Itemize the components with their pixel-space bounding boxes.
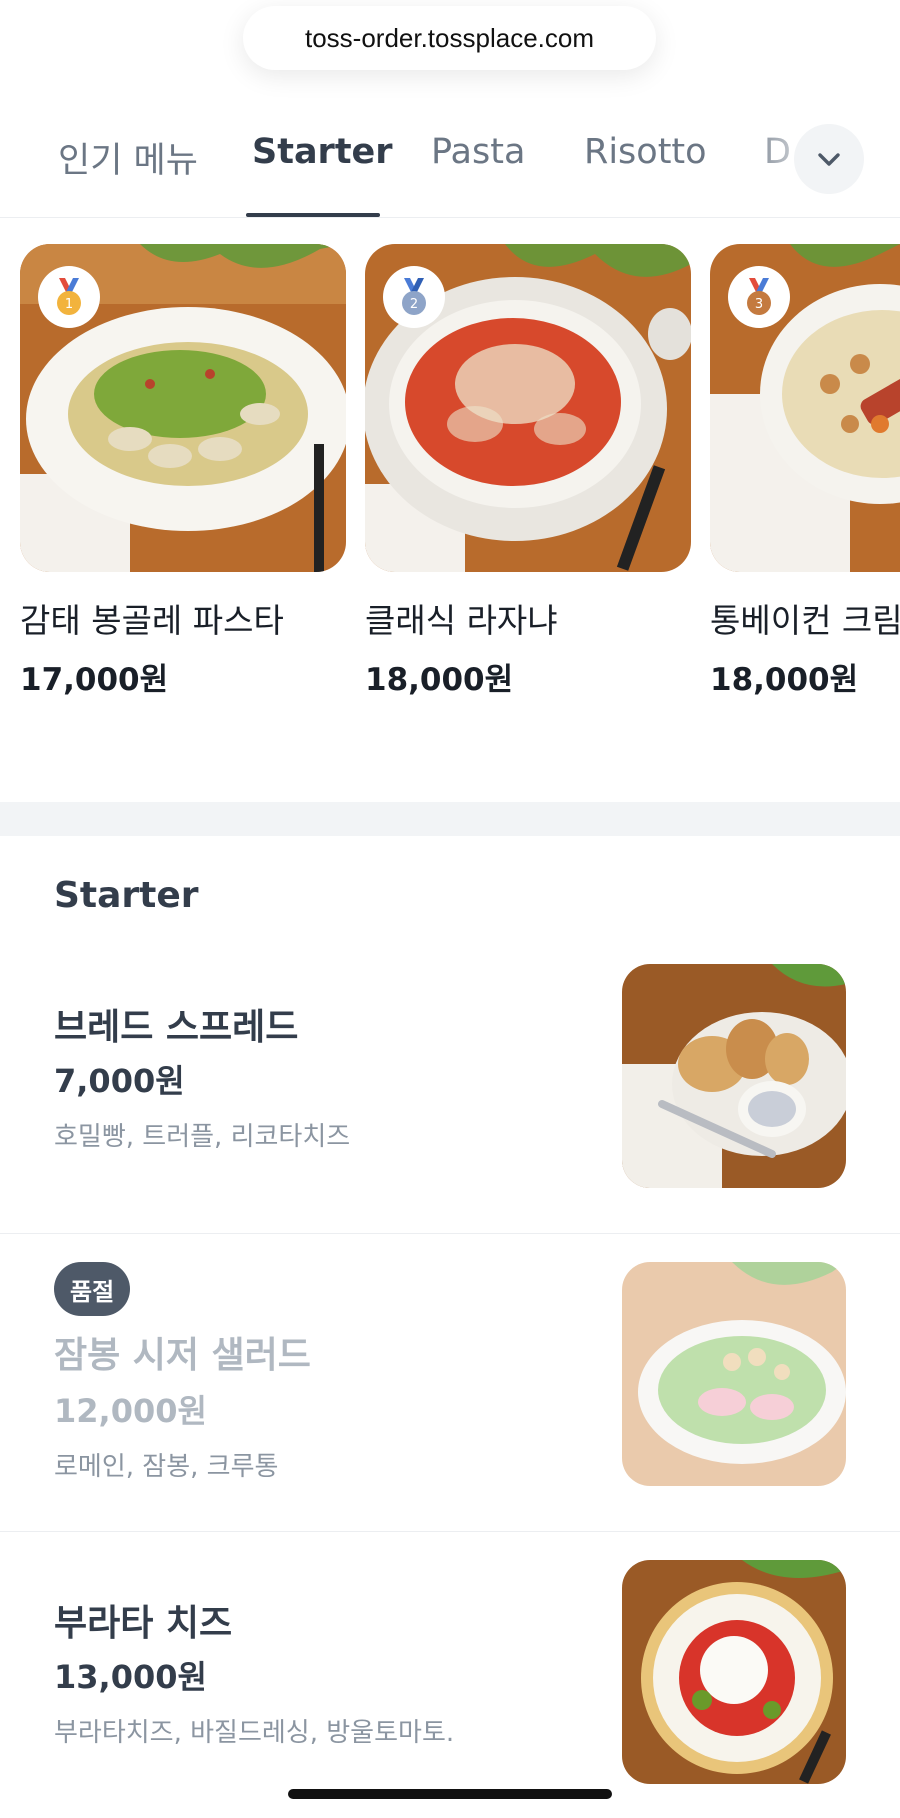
menu-item-jambon-caesar[interactable]: 품절 잠봉 시저 샐러드 12,000원 로메인, 잠봉, 크루통: [0, 1234, 900, 1532]
popular-item-price: 18,000원: [710, 662, 859, 698]
popular-item-name: 통베이컨 크림: [710, 601, 900, 640]
popular-item[interactable]: 1 감태 봉골레 파스타 17,000원: [20, 244, 346, 699]
tab-starter[interactable]: Starter: [252, 132, 393, 172]
medal-rank: 3: [755, 297, 763, 312]
medal-silver-icon: 2: [383, 266, 445, 328]
food-image-salad: [622, 1262, 846, 1486]
soldout-badge: 품절: [54, 1262, 131, 1316]
medal-rank: 1: [65, 297, 73, 312]
popular-item-price: 18,000원: [365, 662, 514, 698]
chevron-down-icon: [813, 143, 845, 175]
menu-item-desc: 로메인, 잠봉, 크루통: [54, 1452, 279, 1482]
active-tab-indicator: [246, 213, 380, 217]
medal-gold-icon: 1: [38, 266, 100, 328]
popular-item[interactable]: 2 클래식 라자냐 18,000원: [365, 244, 691, 699]
menu-item-desc: 호밀빵, 트러플, 리코타치즈: [54, 1122, 351, 1152]
expand-tabs-button[interactable]: [794, 124, 864, 194]
tab-popular[interactable]: 인기 메뉴: [58, 132, 198, 183]
medal-bronze-icon: 3: [728, 266, 790, 328]
menu-item-price: 13,000원: [54, 1658, 207, 1696]
category-tabs: 인기 메뉴 Starter Pasta Risotto D: [0, 110, 900, 218]
food-image-lasagna: 2: [365, 244, 691, 572]
menu-item-name: 브레드 스프레드: [54, 1007, 299, 1048]
tab-pasta[interactable]: Pasta: [431, 132, 525, 172]
popular-item-price: 17,000원: [20, 662, 169, 698]
popular-item-name: 클래식 라자냐: [365, 601, 558, 640]
popular-item-name: 감태 봉골레 파스타: [20, 601, 284, 640]
url-bar[interactable]: toss-order.tossplace.com: [243, 6, 656, 70]
section-divider: [0, 802, 900, 836]
food-image-vongole: 1: [20, 244, 346, 572]
menu-item-name: 부라타 치즈: [54, 1603, 233, 1644]
home-indicator: [288, 1789, 612, 1799]
section-title: Starter: [54, 875, 199, 916]
popular-item[interactable]: 3 통베이컨 크림 18,000원: [710, 244, 900, 699]
food-image-bread: [622, 964, 846, 1188]
medal-rank: 2: [410, 297, 418, 312]
menu-item-name: 잠봉 시저 샐러드: [54, 1335, 311, 1376]
food-image-burrata: [622, 1560, 846, 1784]
food-image-bacon-cream: 3: [710, 244, 900, 572]
tab-risotto[interactable]: Risotto: [584, 132, 707, 172]
menu-item-bread-spread[interactable]: 브레드 스프레드 7,000원 호밀빵, 트러플, 리코타치즈: [0, 936, 900, 1234]
menu-item-desc: 부라타치즈, 바질드레싱, 방울토마토.: [54, 1718, 455, 1748]
url-text: toss-order.tossplace.com: [304, 22, 594, 53]
popular-menu-carousel[interactable]: 1 감태 봉골레 파스타 17,000원 2 클래식 라자냐 18,000원 3…: [0, 244, 900, 714]
menu-item-price: 7,000원: [54, 1062, 185, 1100]
menu-item-price: 12,000원: [54, 1392, 207, 1430]
menu-item-burrata[interactable]: 부라타 치즈 13,000원 부라타치즈, 바질드레싱, 방울토마토.: [0, 1532, 900, 1818]
